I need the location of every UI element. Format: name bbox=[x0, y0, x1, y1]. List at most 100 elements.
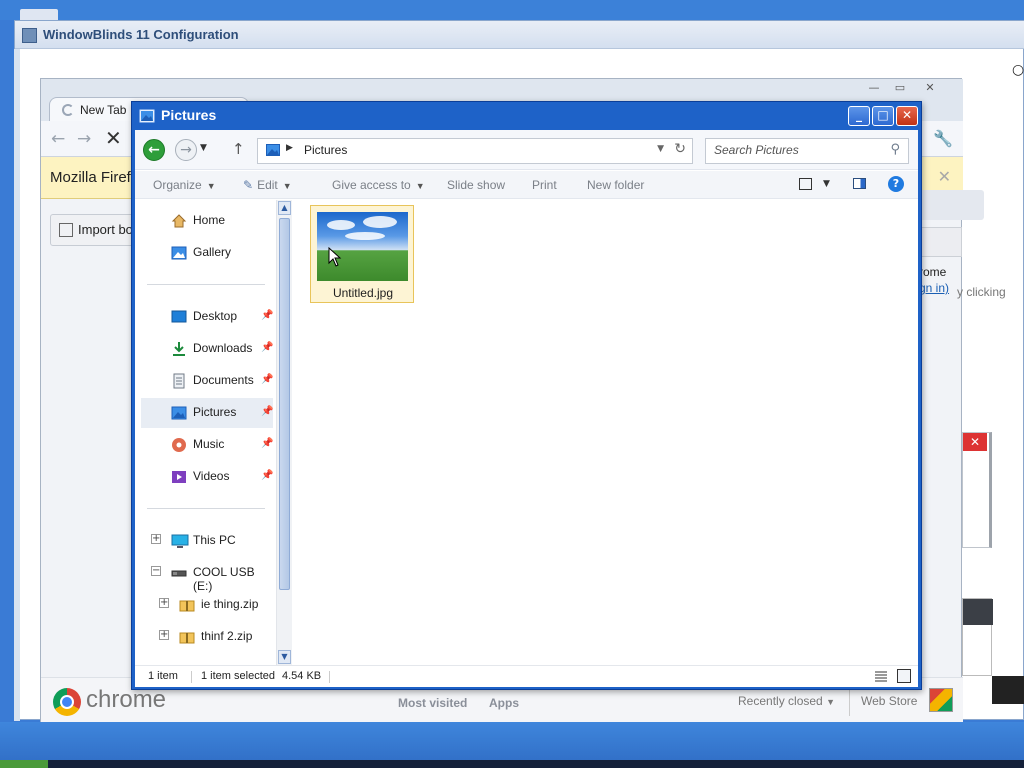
zip-folder-icon bbox=[179, 629, 195, 645]
nav-item-zip1[interactable]: + ie thing.zip bbox=[141, 590, 273, 620]
refresh-icon[interactable]: ↻ bbox=[674, 141, 686, 157]
nav-item-gallery[interactable]: Gallery bbox=[141, 238, 273, 268]
details-view-icon[interactable] bbox=[875, 671, 887, 682]
organize-menu[interactable]: Organize ▼ bbox=[153, 178, 216, 192]
close-button[interactable]: ✕ bbox=[896, 106, 918, 126]
background-dialog-2 bbox=[962, 598, 993, 676]
search-placeholder: Search Pictures bbox=[714, 143, 799, 157]
nav-item-this-pc[interactable]: + This PC bbox=[141, 526, 273, 556]
breadcrumb-arrow-icon[interactable]: ▶ bbox=[286, 143, 293, 153]
address-text: Pictures bbox=[304, 143, 348, 157]
nav-label-downloads: Downloads bbox=[193, 341, 253, 355]
nav-label-videos: Videos bbox=[193, 469, 230, 483]
tab-most-visited[interactable]: Most visited bbox=[398, 696, 467, 710]
edit-label: Edit bbox=[257, 178, 278, 192]
footer-divider bbox=[849, 688, 850, 716]
expand-icon[interactable]: + bbox=[159, 598, 169, 608]
view-dropdown-icon[interactable]: ▼ bbox=[823, 179, 830, 189]
nav-item-home[interactable]: Home bbox=[141, 206, 273, 236]
address-toolbar: ← → ▼ ↑ ▶ Pictures ▼ ↻ Search Pictures ⚲ bbox=[135, 130, 918, 170]
chrome-window-controls: — ▭ ✕ bbox=[863, 79, 953, 97]
infobar-close-icon[interactable]: ✕ bbox=[938, 167, 951, 186]
tab-apps[interactable]: Apps bbox=[489, 696, 519, 710]
selected-size: 4.54 KB bbox=[282, 670, 322, 682]
nav-label-documents: Documents bbox=[193, 373, 254, 387]
web-store-icon[interactable] bbox=[929, 688, 953, 712]
web-store-link[interactable]: Web Store bbox=[861, 694, 917, 708]
pictures-folder-icon bbox=[266, 143, 280, 157]
scroll-down-icon[interactable]: ▼ bbox=[278, 650, 291, 664]
new-folder-button[interactable]: New folder bbox=[587, 178, 644, 192]
edit-menu[interactable]: ✎ Edit ▼ bbox=[243, 178, 292, 192]
pictures-folder-icon bbox=[139, 108, 155, 124]
maximize-button[interactable]: □ bbox=[872, 106, 894, 126]
expand-icon[interactable]: + bbox=[159, 630, 169, 640]
zip-folder-icon bbox=[179, 597, 195, 613]
signin-button[interactable] bbox=[918, 190, 984, 220]
collapse-icon[interactable]: − bbox=[151, 566, 161, 576]
stop-icon[interactable]: ✕ bbox=[105, 126, 122, 150]
edit-icon: ✎ bbox=[243, 178, 254, 192]
sign-in-link[interactable]: gn in) bbox=[919, 281, 949, 295]
print-button[interactable]: Print bbox=[532, 178, 557, 192]
wrench-icon[interactable]: 🔧 bbox=[933, 129, 953, 148]
nav-label-music: Music bbox=[193, 437, 225, 451]
nav-item-downloads[interactable]: Downloads 📌 bbox=[141, 334, 273, 364]
back-arrow-icon[interactable]: ← bbox=[143, 139, 165, 161]
start-button[interactable] bbox=[0, 760, 48, 768]
home-icon bbox=[171, 213, 187, 229]
expand-icon[interactable]: + bbox=[151, 534, 161, 544]
chrome-tab-label: New Tab bbox=[80, 103, 127, 117]
forward-arrow-icon[interactable]: → bbox=[175, 139, 197, 161]
nav-item-usb[interactable]: − COOL USB (E:) bbox=[141, 558, 273, 593]
file-item[interactable]: Untitled.jpg bbox=[310, 205, 414, 303]
pin-icon: 📌 bbox=[261, 342, 274, 353]
nav-item-desktop[interactable]: Desktop 📌 bbox=[141, 302, 273, 332]
forward-arrow-icon[interactable]: → bbox=[77, 129, 91, 149]
explorer-window: Pictures _ □ ✕ ← → ▼ ↑ ▶ Pictures ▼ ↻ Se… bbox=[131, 101, 922, 690]
preview-pane-icon[interactable] bbox=[853, 178, 866, 189]
close-icon[interactable]: ✕ bbox=[919, 81, 941, 95]
close-icon[interactable]: ✕ bbox=[963, 433, 987, 451]
organize-label: Organize bbox=[153, 178, 202, 192]
nav-item-documents[interactable]: Documents 📌 bbox=[141, 366, 273, 396]
slideshow-button[interactable]: Slide show bbox=[447, 178, 505, 192]
import-icon bbox=[59, 223, 73, 237]
nav-scrollbar[interactable]: ▲ ▼ bbox=[276, 200, 292, 665]
nav-item-pictures[interactable]: Pictures 📌 bbox=[141, 398, 273, 428]
nav-item-music[interactable]: Music 📌 bbox=[141, 430, 273, 460]
nav-item-videos[interactable]: Videos 📌 bbox=[141, 462, 273, 492]
recently-closed-menu[interactable]: Recently closed ▼ bbox=[738, 694, 835, 708]
search-input[interactable]: Search Pictures ⚲ bbox=[705, 138, 909, 164]
explorer-body: ← → ▼ ↑ ▶ Pictures ▼ ↻ Search Pictures ⚲… bbox=[135, 130, 918, 687]
minimize-icon[interactable]: — bbox=[863, 81, 885, 95]
explorer-titlebar[interactable]: Pictures _ □ ✕ bbox=[132, 102, 921, 130]
up-arrow-icon[interactable]: ↑ bbox=[232, 140, 245, 158]
view-options-icon[interactable] bbox=[799, 178, 812, 190]
back-arrow-icon[interactable]: ← bbox=[51, 129, 65, 149]
nav-label-desktop: Desktop bbox=[193, 309, 238, 323]
document-icon bbox=[171, 373, 187, 389]
give-access-menu[interactable]: Give access to ▼ bbox=[332, 178, 425, 192]
address-bar[interactable]: ▶ Pictures ▼ ↻ bbox=[257, 138, 693, 164]
scroll-thumb[interactable] bbox=[279, 218, 290, 590]
address-dropdown-icon[interactable]: ▼ bbox=[657, 144, 664, 154]
large-icons-view-icon[interactable] bbox=[897, 669, 911, 683]
gallery-icon bbox=[171, 245, 187, 261]
item-count: 1 item bbox=[148, 670, 178, 682]
help-icon[interactable]: ? bbox=[888, 176, 904, 192]
minimize-button[interactable]: _ bbox=[848, 106, 870, 126]
pin-icon: 📌 bbox=[261, 406, 274, 417]
pin-icon: 📌 bbox=[261, 470, 274, 481]
nav-item-zip2[interactable]: + thinf 2.zip bbox=[141, 622, 273, 652]
recent-locations-chevron-icon[interactable]: ▼ bbox=[200, 143, 207, 153]
chrome-logo-icon bbox=[53, 688, 81, 716]
scroll-up-icon[interactable]: ▲ bbox=[278, 201, 291, 215]
video-icon bbox=[171, 469, 187, 485]
maximize-icon[interactable]: ▭ bbox=[889, 81, 911, 95]
nav-divider bbox=[147, 284, 265, 285]
file-name: Untitled.jpg bbox=[332, 286, 394, 300]
taskbar bbox=[0, 760, 1024, 768]
search-icon[interactable]: ○ bbox=[1012, 62, 1024, 78]
cloud bbox=[363, 216, 397, 228]
